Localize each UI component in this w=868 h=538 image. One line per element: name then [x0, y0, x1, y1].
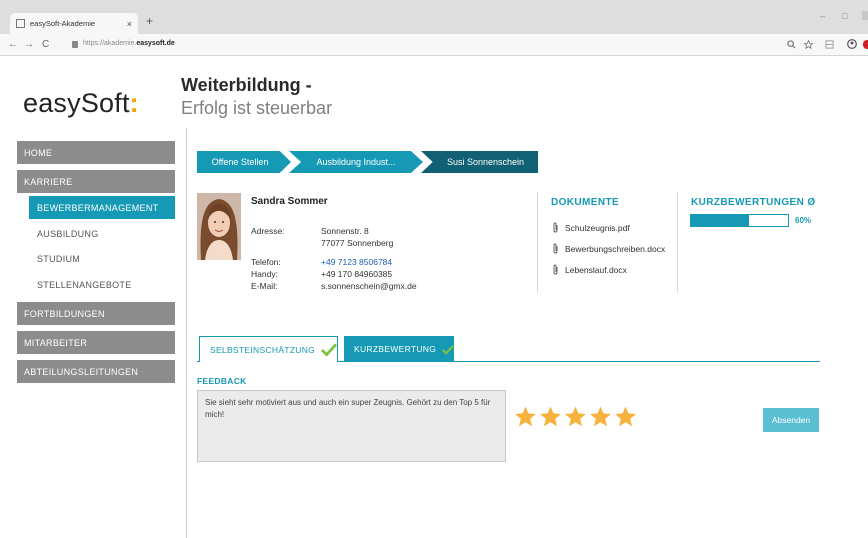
back-icon[interactable]: ← — [8, 39, 18, 50]
candidate-photo-art — [197, 193, 241, 260]
submit-button[interactable]: Absenden — [763, 408, 819, 432]
star-icon[interactable] — [588, 405, 613, 429]
breadcrumb-current: Susi Sonnenschein — [421, 151, 538, 173]
sidebar-item-stellenangebote[interactable]: STELLENANGEBOTE — [29, 273, 175, 296]
address-line1: Sonnenstr. 8 — [321, 226, 369, 236]
document-link[interactable]: Lebenslauf.docx — [552, 264, 627, 275]
new-tab-icon[interactable]: + — [146, 14, 153, 28]
forward-icon[interactable]: → — [24, 39, 34, 50]
reload-icon[interactable]: C — [42, 39, 49, 50]
mobile-value: +49 170 84960385 — [321, 269, 393, 279]
paperclip-icon — [553, 243, 558, 254]
breadcrumb-ausbildung[interactable]: Ausbildung Indust... — [289, 151, 423, 173]
sidebar-divider — [186, 128, 187, 538]
feedback-textarea[interactable]: Sie sieht sehr motiviert aus und auch ei… — [197, 390, 506, 462]
tab-label: KURZBEWERTUNG — [354, 344, 437, 354]
maximize-icon[interactable]: □ — [842, 11, 847, 21]
email-value: s.sonnenschein@gmx.de — [321, 281, 417, 291]
short-ratings-heading: KURZBEWERTUNGEN Ø — [691, 197, 816, 208]
sidebar-item-studium[interactable]: STUDIUM — [29, 247, 175, 270]
sidebar-item-bewerbermanagement[interactable]: BEWERBERMANAGEMENT — [29, 196, 175, 219]
paperclip-icon — [553, 264, 558, 275]
rating-progress-bar — [690, 214, 789, 227]
email-label: E-Mail: — [251, 281, 278, 291]
feedback-heading: FEEDBACK — [197, 376, 247, 386]
address-line2: 77077 Sonnenberg — [321, 238, 394, 248]
address-label: Adresse: — [251, 226, 285, 236]
star-icon[interactable] — [613, 405, 638, 429]
paperclip-icon — [553, 222, 558, 233]
site-logo[interactable]: easySoft: — [23, 88, 139, 119]
browser-tab-bar: easySoft-Akademie × + – □ — [0, 0, 868, 34]
candidate-name: Sandra Sommer — [251, 196, 328, 207]
sidebar-item-ausbildung[interactable]: AUSBILDUNG — [29, 222, 175, 245]
extensions-icon[interactable] — [825, 40, 834, 49]
sidebar-item-fortbildungen[interactable]: FORTBILDUNGEN — [17, 302, 175, 325]
page: easySoft-Akademie × + – □ ← → C https://… — [0, 0, 868, 538]
profile-icon[interactable] — [847, 39, 857, 49]
documents-heading: DOKUMENTE — [551, 197, 620, 208]
star-icon[interactable] — [538, 405, 563, 429]
document-name: Bewerbungschreiben.docx — [565, 243, 666, 254]
breadcrumb-offene-stellen[interactable]: Offene Stellen — [197, 151, 291, 173]
section-divider — [677, 192, 678, 292]
extension-badge-icon[interactable] — [863, 40, 868, 49]
logo-text: easySoft — [23, 88, 130, 118]
star-rating[interactable] — [513, 405, 638, 429]
url-field[interactable]: https://akademie.easysoft.de — [83, 40, 175, 47]
lock-icon — [72, 41, 78, 48]
sidebar-item-abteilungsleitungen[interactable]: ABTEILUNGSLEITUNGEN — [17, 360, 175, 383]
candidate-photo — [197, 193, 241, 260]
checkmark-icon — [321, 343, 337, 356]
browser-tab[interactable]: easySoft-Akademie × — [10, 13, 138, 34]
document-link[interactable]: Bewerbungschreiben.docx — [552, 243, 665, 254]
document-name: Lebenslauf.docx — [565, 264, 627, 275]
mobile-label: Handy: — [251, 269, 278, 279]
document-name: Schulzeugnis.pdf — [565, 222, 630, 233]
favicon-icon — [16, 19, 25, 28]
tab-kurzbewertung[interactable]: KURZBEWERTUNG — [344, 336, 454, 362]
document-link[interactable]: Schulzeugnis.pdf — [552, 222, 630, 233]
star-icon[interactable] — [513, 405, 538, 429]
close-tab-icon[interactable]: × — [127, 19, 132, 29]
tab-selbsteinschaetzung[interactable]: SELBSTEINSCHÄTZUNG — [199, 336, 338, 362]
star-icon[interactable] — [563, 405, 588, 429]
rating-progress-value: 60% — [795, 216, 812, 225]
search-icon[interactable] — [787, 40, 796, 49]
phone-link[interactable]: +49 7123 8506784 — [321, 257, 392, 267]
tab-label: SELBSTEINSCHÄTZUNG — [210, 344, 316, 355]
url-prefix: https://akademie. — [83, 40, 137, 47]
minimize-icon[interactable]: – — [820, 11, 825, 21]
logo-colon: : — [129, 88, 139, 118]
phone-label: Telefon: — [251, 257, 281, 267]
section-divider — [537, 192, 538, 292]
page-subtitle: Erfolg ist steuerbar — [181, 98, 333, 118]
page-title: Weiterbildung - — [181, 75, 312, 95]
checkmark-icon — [442, 344, 454, 355]
sidebar-item-home[interactable]: HOME — [17, 141, 175, 164]
browser-tab-title: easySoft-Akademie — [30, 19, 96, 28]
sidebar-item-karriere[interactable]: KARRIERE — [17, 170, 175, 193]
url-domain: easysoft.de — [136, 40, 175, 47]
sidebar-item-mitarbeiter[interactable]: MITARBEITER — [17, 331, 175, 354]
browser-address-bar: ← → C https://akademie.easysoft.de — [0, 34, 868, 56]
close-window-icon[interactable] — [862, 11, 868, 20]
bookmark-star-icon[interactable] — [804, 40, 813, 49]
rating-progress-fill — [691, 215, 750, 226]
